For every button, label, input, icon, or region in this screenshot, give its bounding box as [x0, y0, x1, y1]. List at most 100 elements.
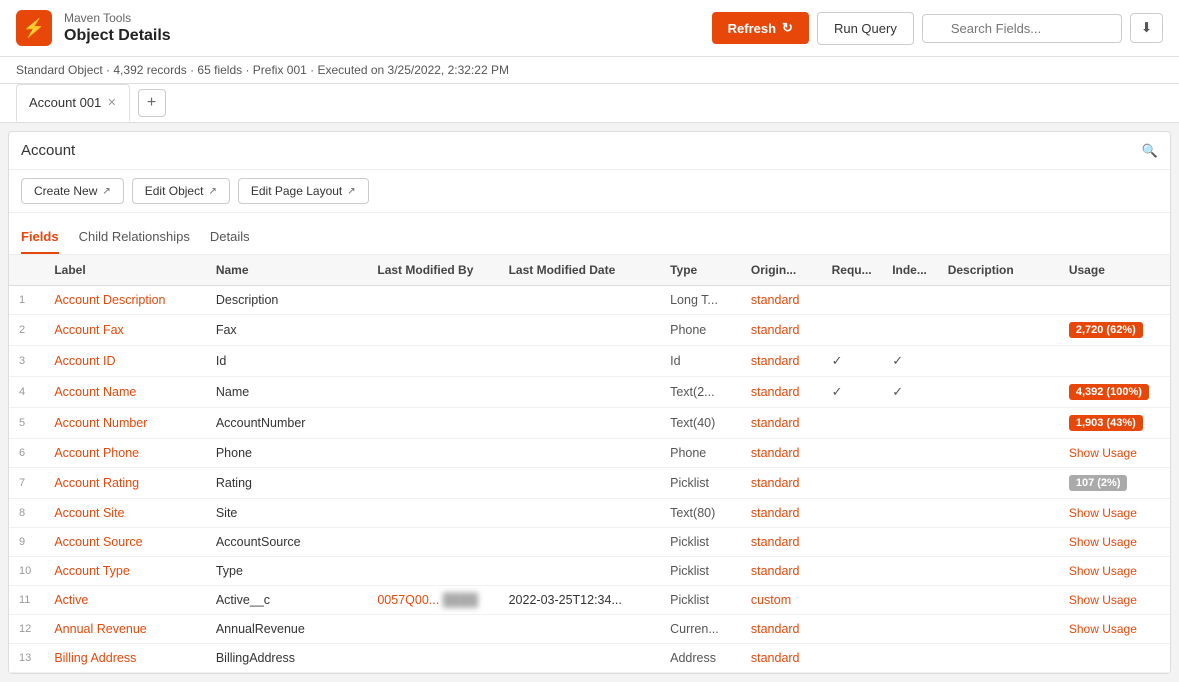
label-link[interactable]: Account ID: [54, 354, 115, 368]
create-new-button[interactable]: Create New ↗: [21, 178, 124, 204]
external-link-icon-2: ↗: [208, 186, 216, 197]
tab-child-relationships[interactable]: Child Relationships: [79, 223, 190, 254]
row-description: [938, 439, 1059, 468]
row-modified-date: [499, 346, 661, 377]
origin-value: standard: [751, 385, 800, 399]
nav-tabs: Fields Child Relationships Details: [9, 213, 1170, 255]
table-container: Label Name Last Modified By Last Modifie…: [9, 255, 1170, 673]
label-link[interactable]: Account Name: [54, 385, 136, 399]
col-type-header[interactable]: Type: [660, 255, 741, 286]
row-required: ✓: [822, 346, 883, 377]
label-link[interactable]: Billing Address: [54, 651, 136, 665]
edit-object-button[interactable]: Edit Object ↗: [132, 178, 230, 204]
row-type: Phone: [660, 439, 741, 468]
show-usage-link[interactable]: Show Usage: [1069, 593, 1137, 607]
tab-label: Account 001: [29, 95, 101, 110]
row-num: 12: [9, 615, 44, 644]
col-modified-date-header[interactable]: Last Modified Date: [499, 255, 661, 286]
origin-value: standard: [751, 416, 800, 430]
label-link[interactable]: Account Description: [54, 293, 165, 307]
col-required-header[interactable]: Requ...: [822, 255, 883, 286]
col-desc-header[interactable]: Description: [938, 255, 1059, 286]
tab-details[interactable]: Details: [210, 223, 250, 254]
show-usage-link[interactable]: Show Usage: [1069, 506, 1137, 520]
tab-fields[interactable]: Fields: [21, 223, 59, 254]
row-usage: [1059, 644, 1170, 673]
label-link[interactable]: Account Fax: [54, 323, 123, 337]
row-type: Long T...: [660, 286, 741, 315]
label-link[interactable]: Account Rating: [54, 476, 139, 490]
tab-close-icon[interactable]: ✕: [107, 96, 116, 109]
search-right-icon: 🔍: [1142, 143, 1158, 159]
show-usage-link[interactable]: Show Usage: [1069, 622, 1137, 636]
label-link[interactable]: Annual Revenue: [54, 622, 146, 636]
origin-value: standard: [751, 293, 800, 307]
search-input[interactable]: [922, 14, 1122, 43]
table-header-row: Label Name Last Modified By Last Modifie…: [9, 255, 1170, 286]
indexed-check: ✓: [892, 384, 903, 399]
row-description: [938, 528, 1059, 557]
row-modified-date: [499, 408, 661, 439]
row-name: Description: [206, 286, 368, 315]
row-modified-date: [499, 439, 661, 468]
row-indexed: [882, 528, 938, 557]
show-usage-link[interactable]: Show Usage: [1069, 446, 1137, 460]
modified-by-link[interactable]: 0057Q00...: [377, 593, 439, 607]
label-link[interactable]: Active: [54, 593, 88, 607]
col-indexed-header[interactable]: Inde...: [882, 255, 938, 286]
row-origin: standard: [741, 528, 822, 557]
usage-badge: 4,392 (100%): [1069, 384, 1149, 400]
row-required: [822, 644, 883, 673]
row-num: 10: [9, 557, 44, 586]
object-input[interactable]: [21, 142, 1142, 159]
download-button[interactable]: ⬇: [1130, 13, 1163, 43]
label-link[interactable]: Account Number: [54, 416, 147, 430]
row-name: Active__c: [206, 586, 368, 615]
col-modified-by-header[interactable]: Last Modified By: [367, 255, 498, 286]
col-usage-header[interactable]: Usage: [1059, 255, 1170, 286]
label-link[interactable]: Account Type: [54, 564, 130, 578]
required-check: ✓: [832, 353, 843, 368]
origin-value: standard: [751, 535, 800, 549]
table-row: 9 Account Source AccountSource Picklist …: [9, 528, 1170, 557]
row-type: Id: [660, 346, 741, 377]
tab-add-button[interactable]: +: [138, 89, 166, 117]
row-label: Account Fax: [44, 315, 206, 346]
label-link[interactable]: Account Source: [54, 535, 142, 549]
indexed-check: ✓: [892, 353, 903, 368]
row-modified-by: [367, 499, 498, 528]
edit-page-layout-label: Edit Page Layout: [251, 184, 342, 198]
tab-fields-label: Fields: [21, 229, 59, 244]
col-name-header[interactable]: Name: [206, 255, 368, 286]
row-origin: standard: [741, 615, 822, 644]
row-modified-date: [499, 499, 661, 528]
required-check: ✓: [832, 384, 843, 399]
row-modified-date: [499, 615, 661, 644]
row-num: 7: [9, 468, 44, 499]
app-name: Maven Tools: [64, 11, 171, 25]
show-usage-link[interactable]: Show Usage: [1069, 535, 1137, 549]
row-name: Site: [206, 499, 368, 528]
tab-account-001[interactable]: Account 001 ✕: [16, 84, 130, 122]
table-row: 3 Account ID Id Id standard ✓ ✓: [9, 346, 1170, 377]
row-modified-by: [367, 644, 498, 673]
show-usage-link[interactable]: Show Usage: [1069, 564, 1137, 578]
label-link[interactable]: Account Phone: [54, 446, 139, 460]
header-left: ⚡ Maven Tools Object Details: [16, 10, 171, 46]
row-label: Account Phone: [44, 439, 206, 468]
label-link[interactable]: Account Site: [54, 506, 124, 520]
run-query-button[interactable]: Run Query: [817, 12, 914, 45]
row-required: [822, 286, 883, 315]
origin-value: standard: [751, 564, 800, 578]
col-origin-header[interactable]: Origin...: [741, 255, 822, 286]
origin-value: standard: [751, 323, 800, 337]
row-usage: 1,903 (43%): [1059, 408, 1170, 439]
row-type: Text(40): [660, 408, 741, 439]
row-label: Account Number: [44, 408, 206, 439]
refresh-button[interactable]: Refresh ↻: [712, 12, 809, 44]
col-label-header[interactable]: Label: [44, 255, 206, 286]
row-origin: standard: [741, 346, 822, 377]
row-indexed: [882, 644, 938, 673]
main-content: 🔍 Create New ↗ Edit Object ↗ Edit Page L…: [8, 131, 1171, 674]
edit-page-layout-button[interactable]: Edit Page Layout ↗: [238, 178, 369, 204]
